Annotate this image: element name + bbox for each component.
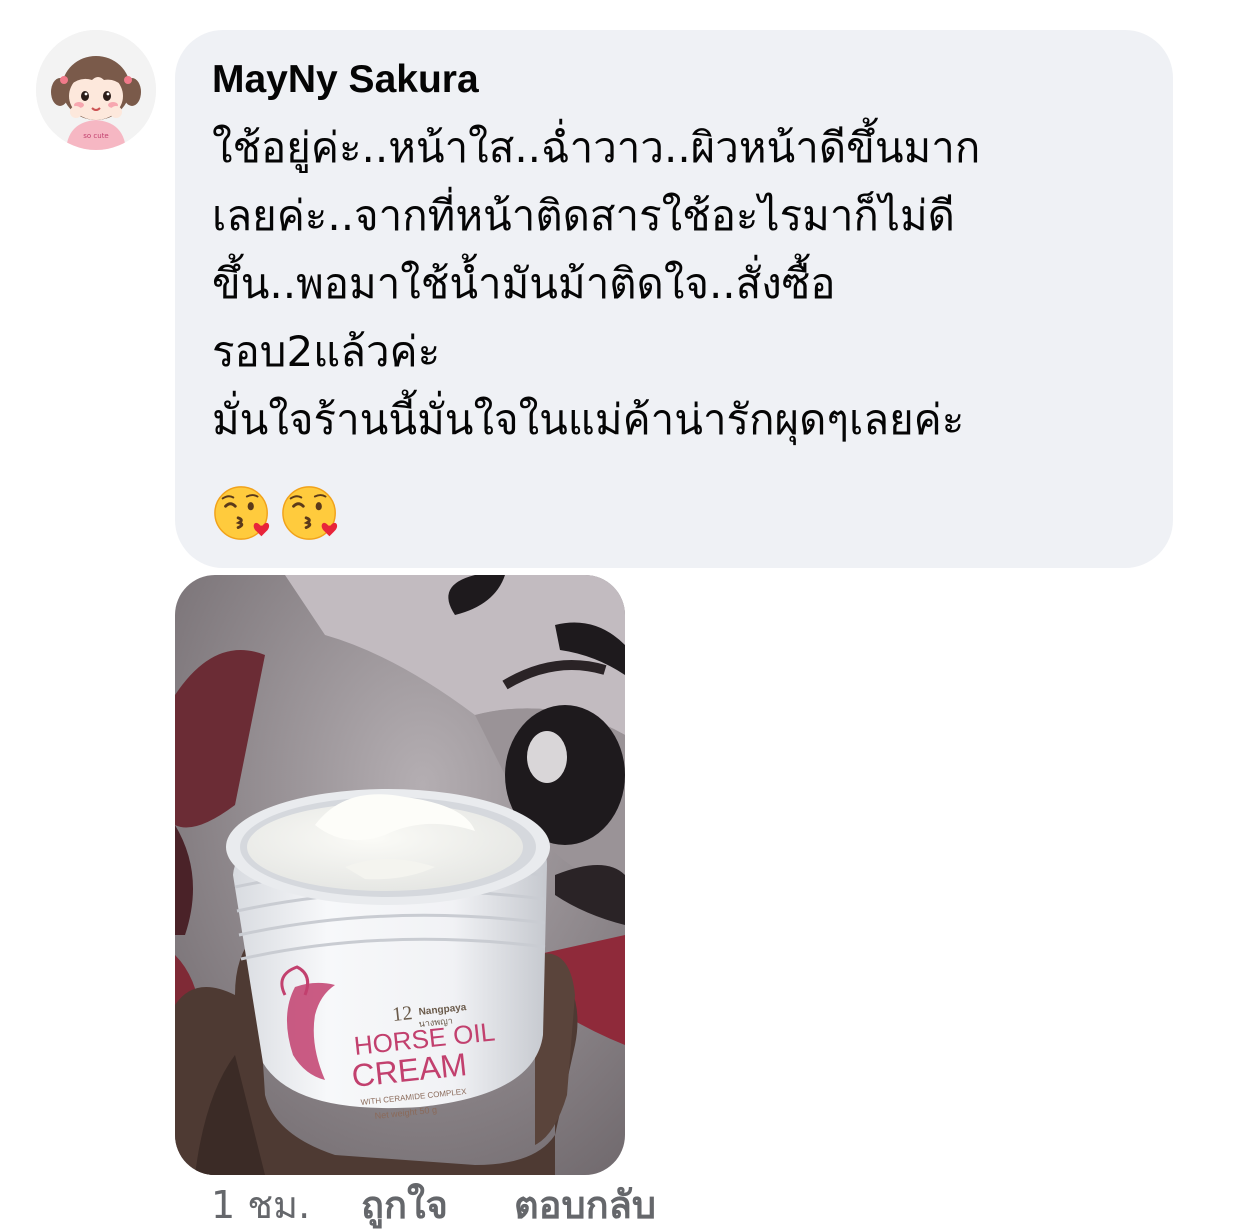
- like-button[interactable]: ถูกใจ: [361, 1182, 448, 1229]
- comment-bubble[interactable]: MayNy Sakura ใช้อยู่ค่ะ..หน้าใส..ฉ่ำวาว.…: [175, 30, 1173, 568]
- attached-photo[interactable]: 12 Nangpaya นางพญา HORSE OIL CREAM WITH …: [175, 575, 625, 1175]
- cartoon-girl-avatar-icon: so cute: [36, 30, 156, 150]
- comment-line: รอบ2แล้วค่ะ: [212, 327, 441, 376]
- comment-line: เลยค่ะ..จากที่หน้าติดสารใช้อะไรมาก็ไม่ดี: [212, 191, 955, 240]
- emoji-row: [212, 482, 342, 546]
- horse-oil-cream-jar-photo-icon: 12 Nangpaya นางพญา HORSE OIL CREAM WITH …: [175, 575, 625, 1175]
- comment-text: ใช้อยู่ค่ะ..หน้าใส..ฉ่ำวาว..ผิวหน้าดีขึ้…: [212, 114, 1152, 454]
- author-name[interactable]: MayNy Sakura: [212, 56, 479, 104]
- reply-button[interactable]: ตอบกลับ: [514, 1182, 656, 1229]
- svg-text:so cute: so cute: [83, 132, 109, 140]
- face-blowing-a-kiss-icon: [282, 486, 338, 540]
- comment-line: ใช้อยู่ค่ะ..หน้าใส..ฉ่ำวาว..ผิวหน้าดีขึ้…: [212, 123, 981, 172]
- comment-timestamp: 1 ชม.: [211, 1183, 311, 1227]
- comment-line: ขึ้น..พอมาใช้น้ำมันม้าติดใจ..สั่งซื้อ: [212, 259, 836, 308]
- author-avatar[interactable]: so cute: [36, 30, 156, 150]
- comment-line: มั่นใจร้านนี้มั่นใจในแม่ค้าน่ารักผุดๆเลย…: [212, 395, 965, 444]
- face-blowing-a-kiss-icon: [214, 486, 270, 540]
- svg-text:12: 12: [391, 1002, 413, 1026]
